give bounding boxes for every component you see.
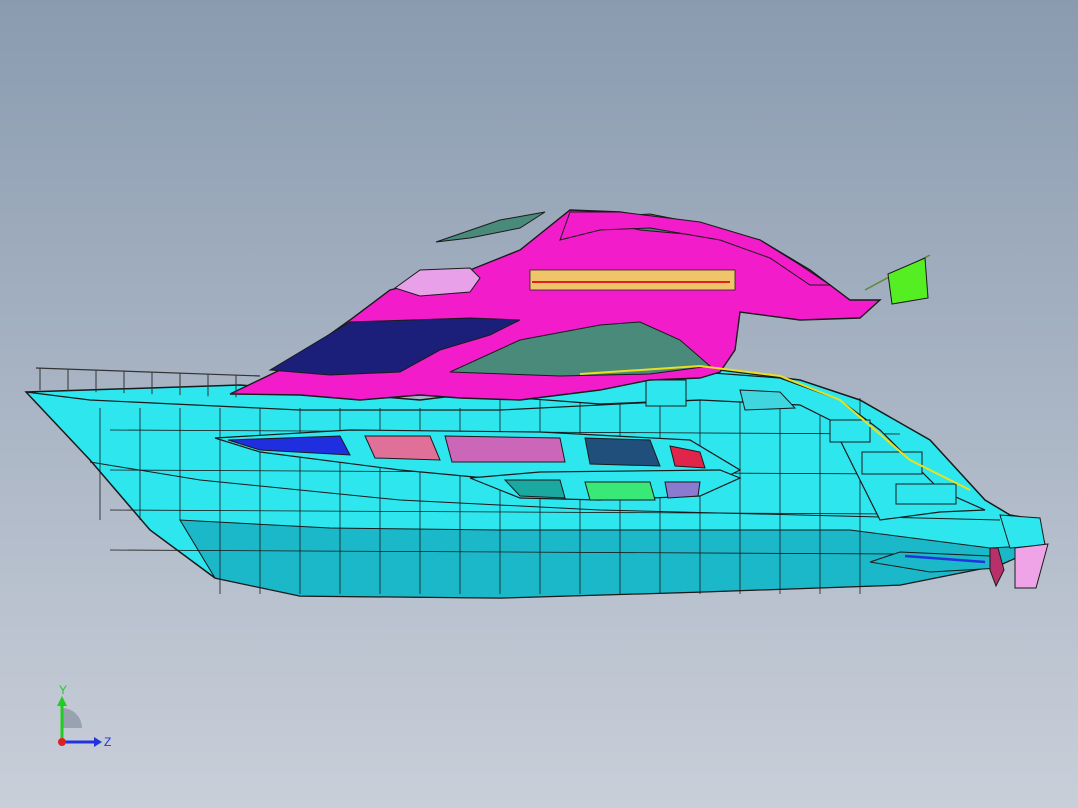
coordinate-triad: Y Z [57,683,111,749]
cad-viewport[interactable] [0,0,1078,808]
hardtop-front [435,211,546,243]
y-axis-label: Y [59,683,67,697]
deck-hatch [645,379,687,407]
hull-window-2 [364,435,441,461]
y-axis-head [57,696,67,706]
flybridge-rail [529,269,736,291]
lower-window-1 [584,481,656,501]
aft-window-1 [829,419,871,443]
flybridge-console [393,267,481,297]
triad-origin [58,738,66,746]
bow-rail [35,367,261,377]
triad-shade [62,708,82,728]
z-axis-head [94,737,102,747]
stern-plate [1014,543,1049,589]
yacht-model[interactable] [24,209,1049,599]
aft-window-3 [895,483,957,505]
hull-window-3 [444,435,566,463]
aft-window-2 [861,451,923,475]
hull-grid [99,398,901,594]
lower-window-2 [664,481,701,499]
hull-window-4 [584,437,661,467]
z-axis-label: Z [104,735,111,749]
flag [887,257,929,305]
